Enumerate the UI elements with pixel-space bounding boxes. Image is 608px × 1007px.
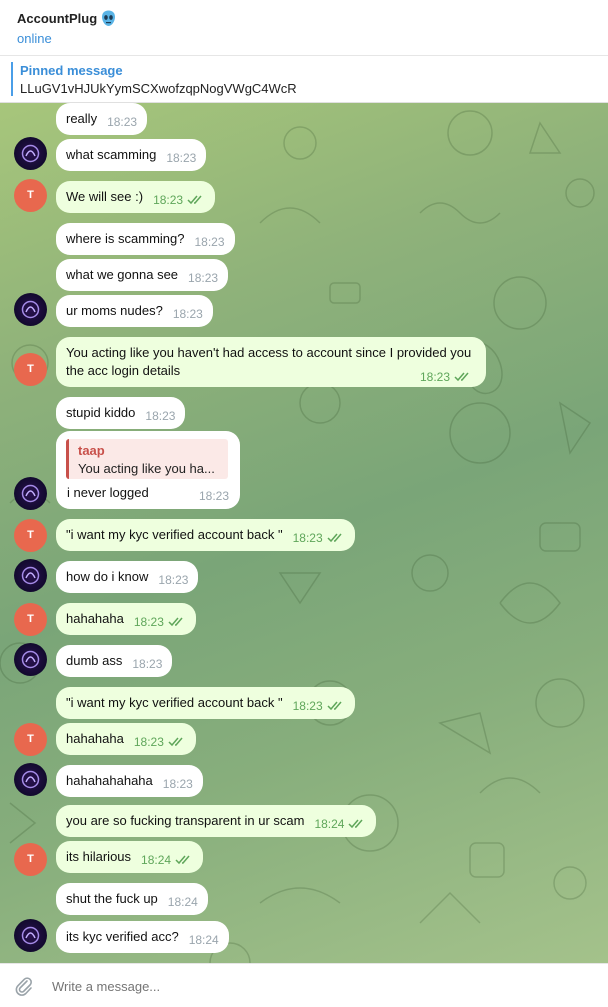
message-text: stupid kiddo bbox=[66, 405, 136, 420]
reply-text: You acting like you ha... bbox=[78, 461, 215, 476]
reply-author: taap bbox=[78, 443, 105, 458]
pinned-title: Pinned message bbox=[20, 63, 123, 78]
avatar[interactable]: T bbox=[14, 723, 47, 756]
message-text: really bbox=[66, 111, 98, 126]
message-text: you are so fucking transparent in ur sca… bbox=[66, 813, 305, 828]
message-time: 18:24 bbox=[314, 817, 345, 831]
message-bubble[interactable]: its kyc verified acc? 18:24 bbox=[56, 921, 229, 953]
message-bubble-with-reply[interactable]: taap You acting like you ha... i never l… bbox=[56, 431, 240, 509]
message-text: what scamming bbox=[66, 147, 157, 162]
paperclip-icon[interactable] bbox=[14, 976, 34, 996]
message-bubble[interactable]: what we gonna see 18:23 bbox=[56, 259, 229, 291]
double-check-icon bbox=[168, 617, 183, 627]
message-text: hahahaha bbox=[66, 731, 124, 746]
double-check-icon bbox=[454, 372, 469, 382]
message-text: hahahaha bbox=[66, 611, 124, 626]
message-time: 18:23 bbox=[153, 193, 184, 207]
message-bubble[interactable]: "i want my kyc verified account back " 18… bbox=[56, 687, 355, 719]
message-time: 18:23 bbox=[133, 615, 164, 629]
chat-status: online bbox=[17, 31, 52, 46]
message-text: its kyc verified acc? bbox=[66, 929, 179, 944]
pinned-text: LLuGV1vHJUkYymSCXwofzqpNogVWgC4WcR bbox=[20, 81, 297, 96]
message-bubble[interactable]: "i want my kyc verified account back " 18… bbox=[56, 519, 355, 551]
avatar[interactable] bbox=[14, 137, 47, 170]
alien-mask-icon bbox=[101, 10, 116, 27]
message-time: 18:23 bbox=[107, 115, 138, 129]
message-bubble[interactable]: We will see :) 18:23 bbox=[56, 181, 216, 213]
double-check-icon bbox=[168, 737, 183, 747]
double-check-icon bbox=[348, 819, 364, 829]
double-check-icon bbox=[187, 195, 202, 205]
message-meta: 18:23 bbox=[410, 365, 472, 384]
message-bubble[interactable]: where is scamming? 18:23 bbox=[56, 223, 235, 255]
message-text: shut the fuck up bbox=[66, 891, 158, 906]
message-time: 18:23 bbox=[172, 307, 203, 321]
message-list[interactable]: really 18:23 what scamming 18:23 T We will… bbox=[0, 103, 608, 963]
message-time: 18:23 bbox=[419, 370, 450, 384]
message-text: where is scamming? bbox=[66, 231, 185, 246]
message-time: 18:23 bbox=[292, 531, 323, 545]
message-bubble[interactable]: hahahaha 18:23 bbox=[56, 603, 196, 635]
avatar[interactable]: T bbox=[14, 843, 47, 876]
message-time: 18:24 bbox=[141, 853, 172, 867]
avatar[interactable] bbox=[14, 919, 47, 952]
pinned-accent-bar bbox=[11, 62, 13, 96]
message-bubble[interactable]: ur moms nudes? 18:23 bbox=[56, 295, 213, 327]
message-text: what we gonna see bbox=[66, 267, 179, 282]
message-time: 18:23 bbox=[133, 735, 164, 749]
reply-quote[interactable]: taap You acting like you ha... bbox=[66, 439, 228, 479]
message-bubble[interactable]: stupid kiddo 18:23 bbox=[56, 397, 186, 429]
message-time: 18:23 bbox=[158, 573, 189, 587]
message-bubble[interactable]: hahahaha 18:23 bbox=[56, 723, 196, 755]
double-check-icon bbox=[175, 855, 190, 865]
message-text: We will see :) bbox=[66, 189, 144, 204]
message-time: 18:24 bbox=[167, 895, 198, 909]
message-time: 18:23 bbox=[145, 409, 176, 423]
chat-header[interactable]: AccountPlug online bbox=[0, 0, 608, 56]
message-bubble[interactable]: its hilarious 18:24 bbox=[56, 841, 204, 873]
message-text: "i want my kyc verified account back " bbox=[66, 695, 283, 710]
avatar[interactable]: T bbox=[14, 179, 47, 212]
message-time: 18:23 bbox=[292, 699, 323, 713]
message-bubble[interactable]: what scamming 18:23 bbox=[56, 139, 207, 171]
message-time: 18:24 bbox=[188, 933, 219, 947]
avatar[interactable]: T bbox=[14, 519, 47, 552]
avatar[interactable]: T bbox=[14, 603, 47, 636]
avatar[interactable] bbox=[14, 763, 47, 796]
message-text: dumb ass bbox=[66, 653, 123, 668]
message-composer bbox=[0, 963, 608, 1007]
avatar[interactable] bbox=[14, 559, 47, 592]
avatar[interactable]: T bbox=[14, 353, 47, 386]
message-bubble[interactable]: You acting like you haven't had access t… bbox=[56, 337, 486, 387]
message-time: 18:23 bbox=[162, 777, 193, 791]
message-bubble[interactable]: really 18:23 bbox=[56, 103, 148, 135]
message-time: 18:23 bbox=[194, 235, 225, 249]
message-bubble[interactable]: you are so fucking transparent in ur sca… bbox=[56, 805, 377, 837]
message-input[interactable] bbox=[52, 974, 572, 998]
message-text: hahahahahaha bbox=[66, 773, 153, 788]
avatar[interactable] bbox=[14, 643, 47, 676]
message-text: "i want my kyc verified account back " bbox=[66, 527, 283, 542]
chat-title-text: AccountPlug bbox=[17, 11, 98, 26]
pinned-message-bar[interactable]: Pinned message LLuGV1vHJUkYymSCXwofzqpNo… bbox=[0, 56, 608, 103]
double-check-icon bbox=[327, 701, 342, 711]
message-bubble[interactable]: shut the fuck up 18:24 bbox=[56, 883, 208, 915]
message-text: i never logged bbox=[67, 485, 149, 500]
message-text: ur moms nudes? bbox=[66, 303, 163, 318]
message-time: 18:23 bbox=[188, 271, 219, 285]
double-check-icon bbox=[327, 533, 342, 543]
avatar[interactable] bbox=[14, 293, 47, 326]
chat-title: AccountPlug bbox=[17, 10, 116, 27]
message-bubble[interactable]: dumb ass 18:23 bbox=[56, 645, 173, 677]
message-time: 18:23 bbox=[199, 489, 230, 503]
message-bubble[interactable]: hahahahahaha 18:23 bbox=[56, 765, 203, 797]
message-bubble[interactable]: how do i know 18:23 bbox=[56, 561, 199, 593]
message-text: its hilarious bbox=[66, 849, 132, 864]
message-time: 18:23 bbox=[132, 657, 163, 671]
message-time: 18:23 bbox=[166, 151, 197, 165]
message-text: how do i know bbox=[66, 569, 149, 584]
avatar[interactable] bbox=[14, 477, 47, 510]
